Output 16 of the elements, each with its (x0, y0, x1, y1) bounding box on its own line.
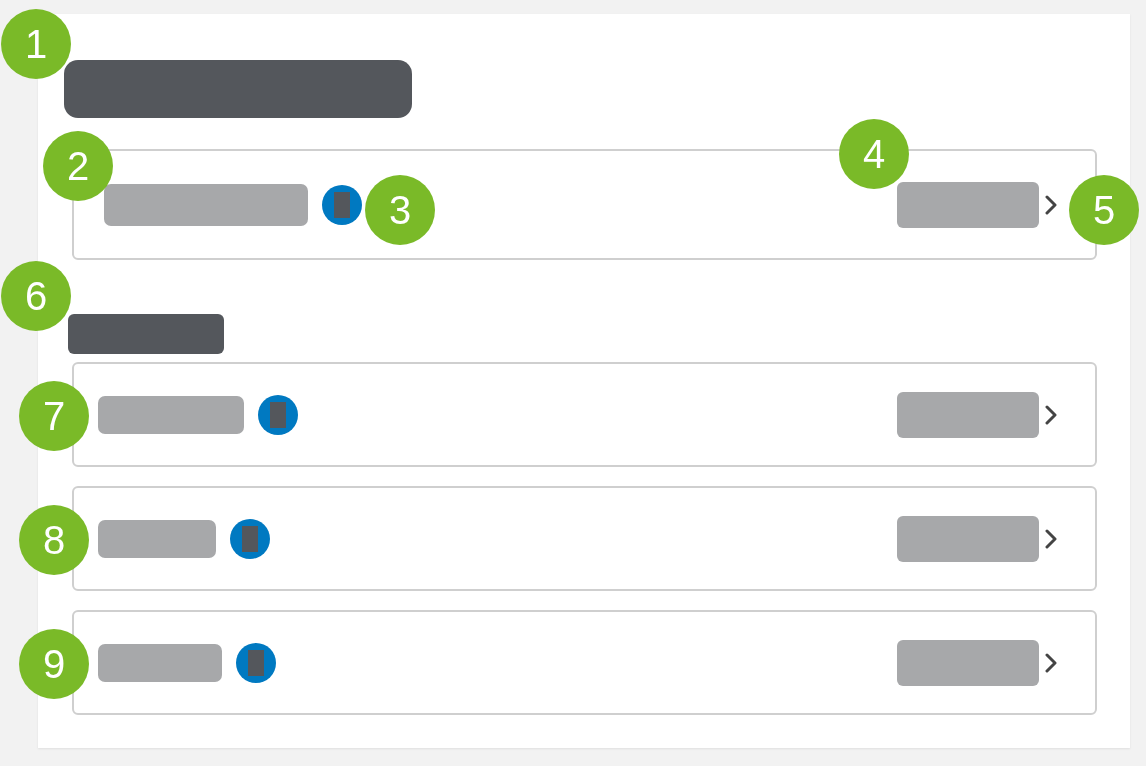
chevron-icon (1045, 404, 1057, 425)
chevron-icon (1045, 194, 1057, 215)
step-callout-tooltip: 6 (1, 261, 71, 331)
device-icon (230, 518, 270, 559)
step-callout-tooltip: 7 (19, 381, 89, 451)
list-row[interactable] (72, 610, 1097, 715)
device-icon (322, 184, 362, 225)
chevron-icon (1045, 528, 1057, 549)
list-row[interactable] (72, 486, 1097, 591)
device-icon (236, 642, 276, 683)
list-row[interactable] (72, 362, 1097, 467)
device-icon (258, 394, 298, 435)
chevron-icon (1045, 652, 1057, 673)
step-callout-tooltip: 8 (19, 505, 89, 575)
step-callout-tooltip: 9 (19, 629, 89, 699)
step-callout-tooltip: 1 (1, 9, 71, 79)
